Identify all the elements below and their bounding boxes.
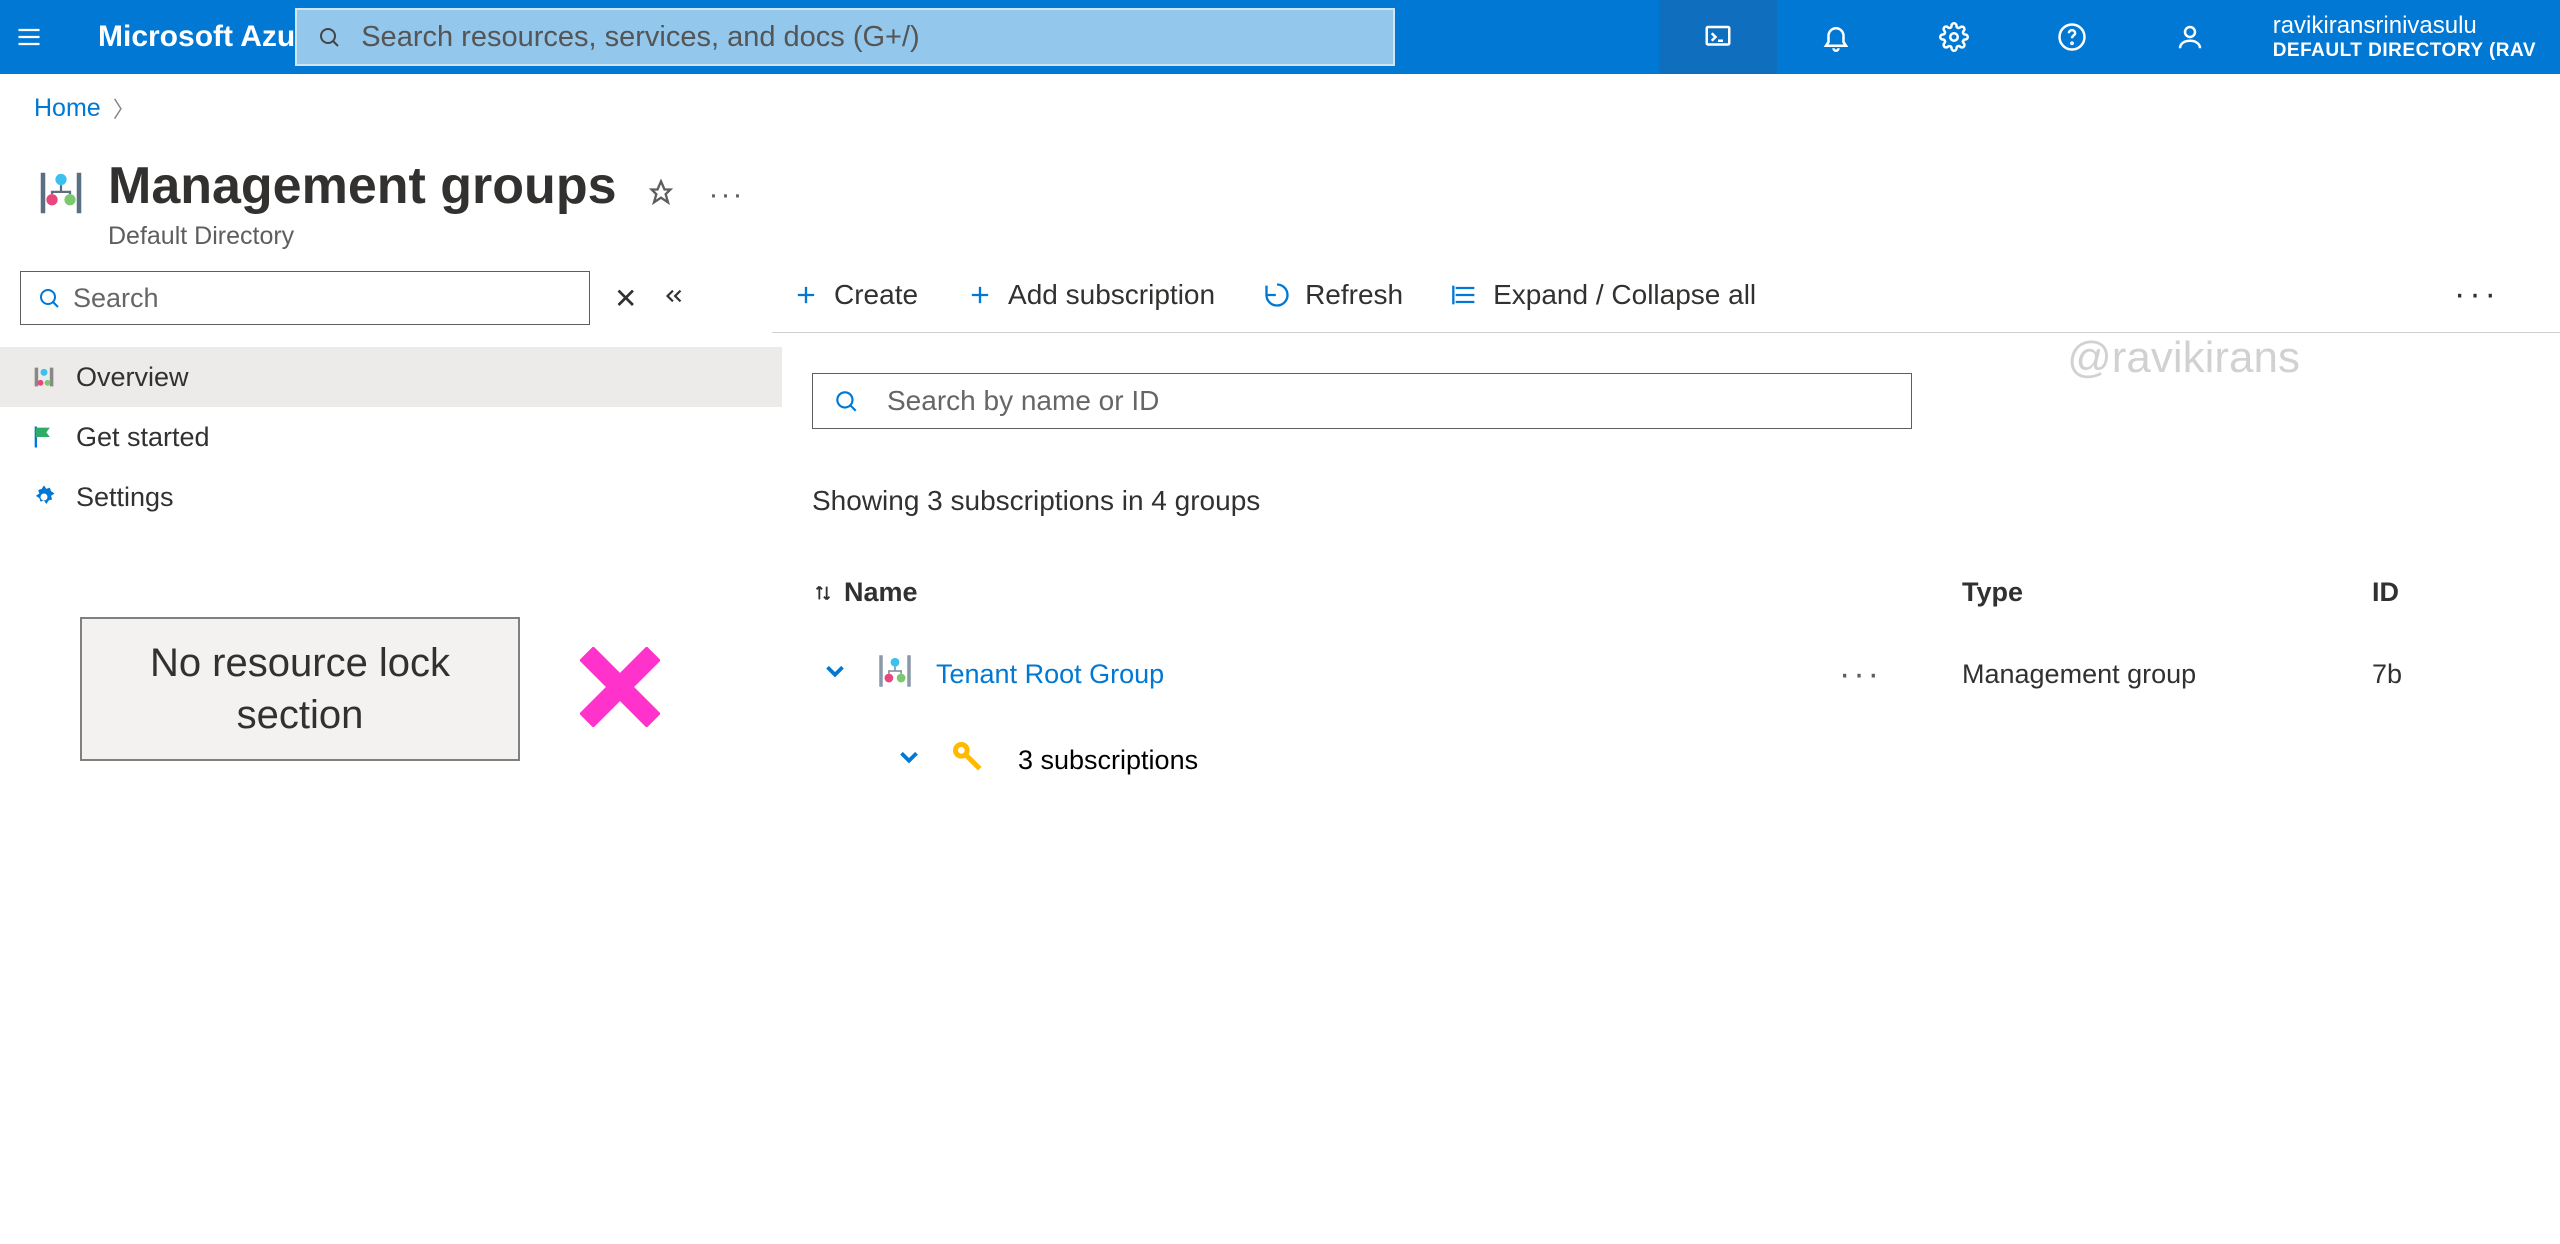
gear-icon (30, 483, 58, 511)
refresh-icon (1263, 281, 1291, 309)
hamburger-icon (15, 23, 43, 51)
button-label: Refresh (1305, 279, 1403, 311)
summary-text: Showing 3 subscriptions in 4 groups (812, 485, 2560, 517)
bell-icon (1821, 22, 1851, 52)
cloudshell-icon (1703, 22, 1733, 52)
cross-icon (580, 647, 660, 732)
collapse-sidebar-button[interactable] (661, 283, 687, 314)
annotation-text: No resource lock section (80, 617, 520, 761)
management-group-icon (874, 650, 916, 699)
filter-search-input[interactable] (887, 385, 1891, 417)
create-button[interactable]: Create (792, 279, 918, 311)
refresh-button[interactable]: Refresh (1263, 279, 1403, 311)
page-more-button[interactable]: ··· (709, 178, 745, 212)
chevron-double-left-icon (661, 283, 687, 309)
sidebar-item-overview[interactable]: Overview (0, 347, 782, 407)
expand-collapse-button[interactable]: Expand / Collapse all (1451, 279, 1756, 311)
main-toolbar: Create Add subscription Refresh Expand /… (772, 271, 2560, 333)
gear-icon (1939, 22, 1969, 52)
chevron-down-icon (894, 742, 924, 772)
column-header-id[interactable]: ID (2372, 577, 2472, 608)
list-icon (1451, 281, 1479, 309)
column-header-type[interactable]: Type (1962, 577, 2372, 608)
page-subtitle: Default Directory (108, 222, 617, 251)
column-header-name[interactable]: Name (812, 577, 1962, 608)
notifications-button[interactable] (1777, 0, 1895, 74)
brand-label: Microsoft Azu (98, 20, 295, 54)
sidebar-item-label: Get started (76, 422, 210, 453)
global-search[interactable] (295, 8, 1395, 66)
management-group-icon (34, 166, 88, 225)
search-icon (317, 25, 341, 49)
chevron-down-icon (820, 656, 850, 686)
sidebar-item-label: Overview (76, 362, 189, 393)
account-directory: DEFAULT DIRECTORY (RAV (2273, 40, 2536, 62)
plus-icon (966, 281, 994, 309)
add-subscription-button[interactable]: Add subscription (966, 279, 1215, 311)
table-row: 3 subscriptions (812, 737, 2560, 784)
feedback-button[interactable] (2131, 0, 2249, 74)
hamburger-menu-button[interactable] (0, 0, 58, 74)
button-label: Create (834, 279, 918, 311)
clear-search-button[interactable]: ✕ (614, 282, 637, 315)
sidebar: ✕ Overview Get started (0, 271, 782, 784)
sort-icon (812, 582, 834, 604)
page-header: Management groups Default Directory ··· (0, 142, 2560, 271)
subscriptions-summary[interactable]: 3 subscriptions (1018, 745, 1198, 776)
table-row: Tenant Root Group ··· Management group 7… (812, 650, 2560, 699)
account-username: ravikiransrinivasulu (2273, 12, 2477, 40)
expander-toggle[interactable] (894, 742, 924, 779)
button-label: Expand / Collapse all (1493, 279, 1756, 311)
key-icon (948, 737, 988, 784)
overview-icon (30, 363, 58, 391)
breadcrumb-home[interactable]: Home (34, 94, 101, 123)
topbar: Microsoft Azu ravikiransrinivasulu DEFAU… (0, 0, 2560, 74)
search-icon (37, 286, 61, 310)
feedback-icon (2175, 22, 2205, 52)
help-icon (2057, 22, 2087, 52)
plus-icon (792, 281, 820, 309)
chevron-right-icon: 〉 (113, 92, 135, 124)
sidebar-item-get-started[interactable]: Get started (0, 407, 782, 467)
watermark: @ravikirans (2067, 333, 2300, 383)
annotation: No resource lock section (80, 617, 782, 761)
search-icon (833, 388, 859, 414)
sidebar-menu: Overview Get started Settings (0, 347, 782, 527)
global-search-input[interactable] (361, 21, 1373, 54)
sidebar-search-input[interactable] (73, 283, 573, 314)
expander-toggle[interactable] (820, 656, 850, 693)
row-type: Management group (1962, 659, 2372, 690)
breadcrumb: Home 〉 (0, 74, 2560, 142)
toolbar-more-button[interactable]: ··· (2454, 275, 2500, 314)
row-name-link[interactable]: Tenant Root Group (936, 659, 1164, 690)
cloudshell-button[interactable] (1659, 0, 1777, 74)
main-panel: Create Add subscription Refresh Expand /… (782, 271, 2560, 784)
sidebar-item-label: Settings (76, 482, 174, 513)
filter-search[interactable] (812, 373, 1912, 429)
sidebar-search[interactable] (20, 271, 590, 325)
button-label: Add subscription (1008, 279, 1215, 311)
page-title: Management groups (108, 156, 617, 216)
help-button[interactable] (2013, 0, 2131, 74)
pin-button[interactable] (647, 179, 675, 212)
settings-button[interactable] (1895, 0, 2013, 74)
table-header: Name Type ID (812, 577, 2560, 608)
row-more-button[interactable]: ··· (1839, 655, 1882, 694)
account-block[interactable]: ravikiransrinivasulu DEFAULT DIRECTORY (… (2249, 0, 2560, 74)
topbar-icon-group (1659, 0, 2249, 74)
flag-icon (30, 423, 58, 451)
sidebar-item-settings[interactable]: Settings (0, 467, 782, 527)
row-id: 7b (2372, 659, 2472, 690)
pin-icon (647, 179, 675, 207)
